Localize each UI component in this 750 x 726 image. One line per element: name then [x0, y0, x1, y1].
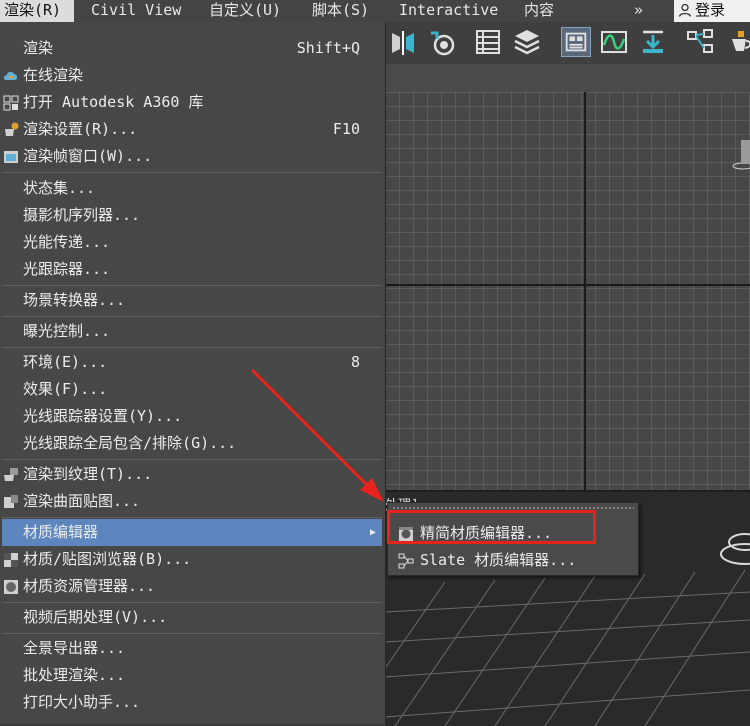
menu-item-camera-sequencer[interactable]: 摄影机序列器... [2, 202, 382, 229]
grid-axis-x [385, 284, 750, 286]
grid-axis-y [584, 92, 586, 490]
menu-item-panorama-exporter[interactable]: 全景导出器... [2, 635, 382, 662]
menu-item-environment[interactable]: 环境(E)... 8 [2, 349, 382, 376]
align-icon[interactable] [427, 27, 457, 57]
dope-sheet-icon[interactable] [638, 27, 668, 57]
menu-item-material-editor[interactable]: 材质编辑器 ▶ [2, 519, 382, 546]
material-editor-teapot-icon[interactable] [728, 27, 750, 57]
scene-object-partial [732, 140, 750, 170]
menu-item-material-explorer[interactable]: 材质资源管理器... [2, 573, 382, 600]
menu-separator [2, 633, 382, 634]
menu-script[interactable]: 脚本(S) [312, 0, 369, 22]
menu-item-raytracer-settings[interactable]: 光线跟踪器设置(Y)... [2, 403, 382, 430]
annotation-highlight-box [387, 510, 596, 544]
menu-item-open-a360[interactable]: 打开 Autodesk A360 库 [2, 89, 382, 116]
cloud-icon [3, 71, 18, 80]
user-icon [678, 3, 692, 17]
menubar-overflow-chevron[interactable]: » [634, 0, 643, 22]
menu-separator [2, 316, 382, 317]
menu-separator [2, 517, 382, 518]
menu-separator [2, 285, 382, 286]
menu-separator [2, 602, 382, 603]
teapot-texture-icon [4, 468, 18, 481]
menu-separator [2, 172, 382, 173]
menu-item-render-surface-map[interactable]: 渲染曲面贴图... [2, 488, 382, 515]
menu-item-raytrace-include-exclude[interactable]: 光线跟踪全局包含/排除(G)... [2, 430, 382, 457]
menu-item-render-setup[interactable]: 渲染设置(R)... F10 [2, 116, 382, 143]
menu-item-light-tracer[interactable]: 光跟踪器... [2, 256, 382, 283]
login-button[interactable]: 登录 [674, 0, 750, 22]
teapot-gear-icon [5, 122, 19, 136]
scene-explorer-icon[interactable] [473, 27, 503, 57]
menu-item-video-post[interactable]: 视频后期处理(V)... [2, 604, 382, 631]
menu-content[interactable]: 内容 [524, 0, 554, 22]
menu-item-batch-render[interactable]: 批处理渲染... [2, 662, 382, 689]
schematic-view-icon[interactable] [685, 27, 715, 57]
mirror-icon[interactable] [388, 27, 418, 57]
menu-item-material-map-browser[interactable]: 材质/贴图浏览器(B)... [2, 546, 382, 573]
slate-node-icon [398, 553, 414, 569]
menu-item-render-frame-window[interactable]: 渲染帧窗口(W)... [2, 143, 382, 170]
render-menu-dropdown: 渲染 Shift+Q 在线渲染 打开 Autodesk A360 库 渲染设置(… [0, 22, 386, 724]
menu-separator [2, 459, 382, 460]
menu-item-radiosity[interactable]: 光能传递... [2, 229, 382, 256]
surface-map-icon [4, 495, 18, 508]
menu-item-online-render[interactable]: 在线渲染 [2, 62, 382, 89]
menubar: 渲染(R) Civil View 自定义(U) 脚本(S) Interactiv… [0, 0, 750, 23]
menu-item-print-size-assistant[interactable]: 打印大小助手... [2, 689, 382, 716]
viewport-top[interactable] [385, 92, 750, 490]
menu-customize[interactable]: 自定义(U) [209, 0, 281, 22]
ribbon-toggle-icon[interactable] [561, 27, 591, 57]
menu-item-effects[interactable]: 效果(F)... [2, 376, 382, 403]
layer-explorer-icon[interactable] [512, 27, 542, 57]
command-panel-strip [385, 64, 750, 93]
menu-interactive[interactable]: Interactive [399, 0, 498, 22]
checker-sphere-icon [4, 580, 18, 594]
menu-item-scene-converter[interactable]: 场景转换器... [2, 287, 382, 314]
grid-icon [3, 95, 19, 111]
menu-civil-view[interactable]: Civil View [91, 0, 181, 22]
menu-render[interactable]: 渲染(R) [0, 0, 74, 22]
menu-item-exposure-control[interactable]: 曝光控制... [2, 318, 382, 345]
login-label: 登录 [695, 1, 726, 19]
curve-editor-icon[interactable] [599, 27, 629, 57]
frame-window-icon [4, 151, 18, 163]
menu-item-render-to-texture[interactable]: 渲染到纹理(T)... [2, 461, 382, 488]
menu-item-state-sets[interactable]: 状态集... [2, 175, 382, 202]
submenu-arrow-icon: ▶ [369, 527, 376, 538]
submenu-item-slate-material-editor[interactable]: Slate 材质编辑器... [390, 547, 636, 574]
checker-icon [4, 553, 18, 567]
menu-item-render[interactable]: 渲染 Shift+Q [2, 35, 382, 62]
main-toolbar [385, 22, 750, 65]
menu-separator [2, 347, 382, 348]
